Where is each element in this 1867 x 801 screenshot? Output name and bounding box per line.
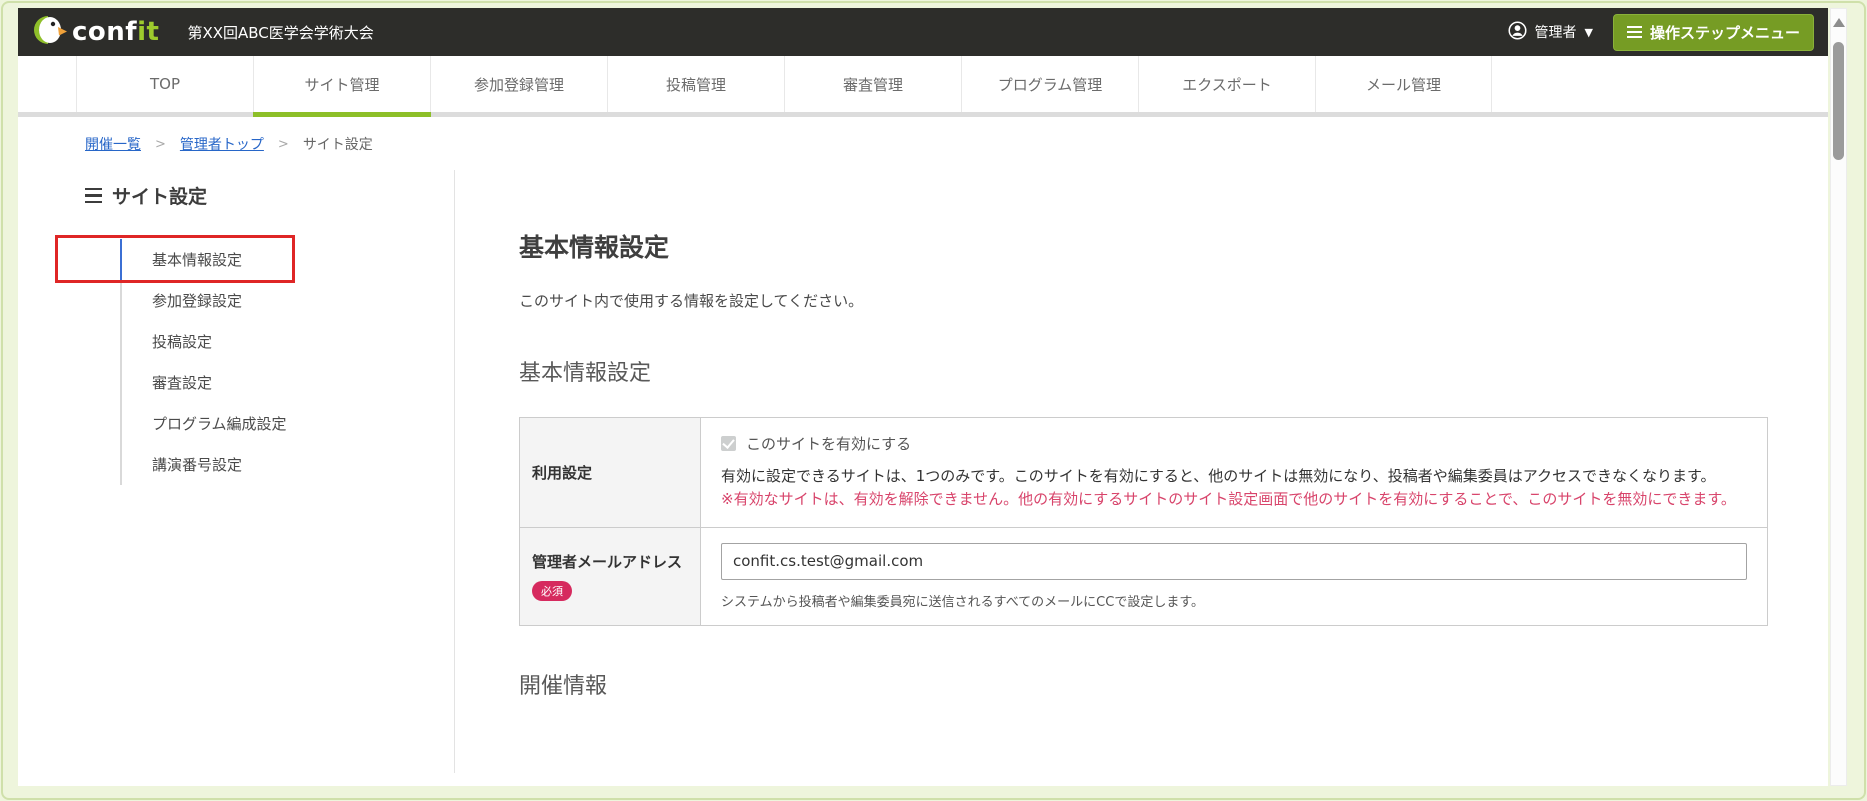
tab-registration-management[interactable]: 参加登録管理 xyxy=(430,56,607,112)
sidebar-item-basic-info[interactable]: 基本情報設定 xyxy=(55,235,454,283)
breadcrumb: 開催一覧 > 管理者トップ > サイト設定 xyxy=(18,117,1828,170)
chevron-right-icon: > xyxy=(277,136,289,152)
scrollbar-thumb[interactable] xyxy=(1833,42,1844,160)
breadcrumb-current: サイト設定 xyxy=(302,137,373,153)
sidebar-item-lecture-number[interactable]: 講演番号設定 xyxy=(122,444,454,485)
section-event-info-title: 開催情報 xyxy=(519,673,608,699)
confit-logo[interactable]: confit xyxy=(32,14,159,50)
app-header: confit 第XX回ABC医学会学術大会 管理者 ▼ 操作ステップメニュー xyxy=(18,8,1828,56)
chevron-right-icon: > xyxy=(155,136,166,152)
main-nav: TOP サイト管理 参加登録管理 投稿管理 審査管理 プログラム管理 エクスポー… xyxy=(18,56,1828,117)
tab-submission-management[interactable]: 投稿管理 xyxy=(607,56,784,112)
tab-program-management[interactable]: プログラム管理 xyxy=(961,56,1138,112)
confit-bird-icon xyxy=(32,14,68,50)
sidebar-item-submission[interactable]: 投稿設定 xyxy=(122,321,454,362)
sidebar-item-program[interactable]: プログラム編成設定 xyxy=(122,403,454,444)
tab-review-management[interactable]: 審査管理 xyxy=(784,56,961,112)
required-badge: 必須 xyxy=(532,581,572,601)
main-content: 基本情報設定 このサイト内で使用する情報を設定してください。 基本情報設定 利用… xyxy=(455,170,1828,773)
site-enable-checkbox[interactable] xyxy=(721,436,736,451)
scroll-up-icon[interactable] xyxy=(1833,18,1845,27)
event-title: 第XX回ABC医学会学術大会 xyxy=(187,23,374,42)
user-icon xyxy=(1507,20,1527,44)
sidebar-item-registration[interactable]: 参加登録設定 xyxy=(122,280,454,321)
admin-page: confit 第XX回ABC医学会学術大会 管理者 ▼ 操作ステップメニュー T… xyxy=(18,8,1828,786)
tab-export[interactable]: エクスポート xyxy=(1138,56,1315,112)
site-settings-sidebar: サイト設定 基本情報設定 参加登録設定 投稿設定 審査設定 プログラム編成設定 … xyxy=(18,170,455,773)
caret-down-icon: ▼ xyxy=(1584,25,1593,39)
breadcrumb-link-event-list[interactable]: 開催一覧 xyxy=(85,134,141,154)
hamburger-icon xyxy=(85,187,102,204)
table-row: 管理者メールアドレス 必須 システムから投稿者や編集委員宛に送信されるすべてのメ… xyxy=(519,526,1768,626)
tab-mail-management[interactable]: メール管理 xyxy=(1315,56,1492,112)
user-menu[interactable]: 管理者 ▼ xyxy=(1507,20,1593,44)
tab-top[interactable]: TOP xyxy=(76,56,253,112)
sidebar-menu: 基本情報設定 参加登録設定 投稿設定 審査設定 プログラム編成設定 講演番号設定 xyxy=(55,235,454,485)
step-menu-button[interactable]: 操作ステップメニュー xyxy=(1612,13,1814,51)
sidebar-title: サイト設定 xyxy=(85,182,454,209)
step-menu-label: 操作ステップメニュー xyxy=(1649,24,1800,42)
site-enable-checkbox-label: このサイトを有効にする xyxy=(746,435,912,453)
page-title: 基本情報設定 xyxy=(519,233,670,262)
breadcrumb-link-admin-top[interactable]: 管理者トップ xyxy=(180,134,264,154)
usage-warning: ※有効なサイトは、有効を解除できません。他の有効にするサイトのサイト設定画面で他… xyxy=(721,490,1736,509)
section-basic-info-title: 基本情報設定 xyxy=(519,361,652,386)
menu-icon xyxy=(1626,26,1642,38)
logo-text: confit xyxy=(72,17,160,47)
user-label: 管理者 xyxy=(1534,25,1577,41)
usage-description: 有効に設定できるサイトは、1つのみです。このサイトを有効にすると、他のサイトは無… xyxy=(721,467,1716,485)
sidebar-item-review[interactable]: 審査設定 xyxy=(122,362,454,403)
tab-site-management[interactable]: サイト管理 xyxy=(253,56,431,117)
basic-info-table: 利用設定 このサイトを有効にする 有効に設定できるサイトは、1つのみです。このサ… xyxy=(519,417,1768,626)
admin-email-helper: システムから投稿者や編集委員宛に送信されるすべてのメールにCCで設定します。 xyxy=(721,594,1205,610)
scrollbar[interactable] xyxy=(1830,8,1847,786)
admin-email-input[interactable] xyxy=(721,542,1747,580)
usage-setting-label: 利用設定 xyxy=(519,417,701,528)
admin-email-label: 管理者メールアドレス xyxy=(532,553,683,571)
page-description: このサイト内で使用する情報を設定してください。 xyxy=(519,292,864,310)
table-row: 利用設定 このサイトを有効にする 有効に設定できるサイトは、1つのみです。このサ… xyxy=(519,417,1768,528)
